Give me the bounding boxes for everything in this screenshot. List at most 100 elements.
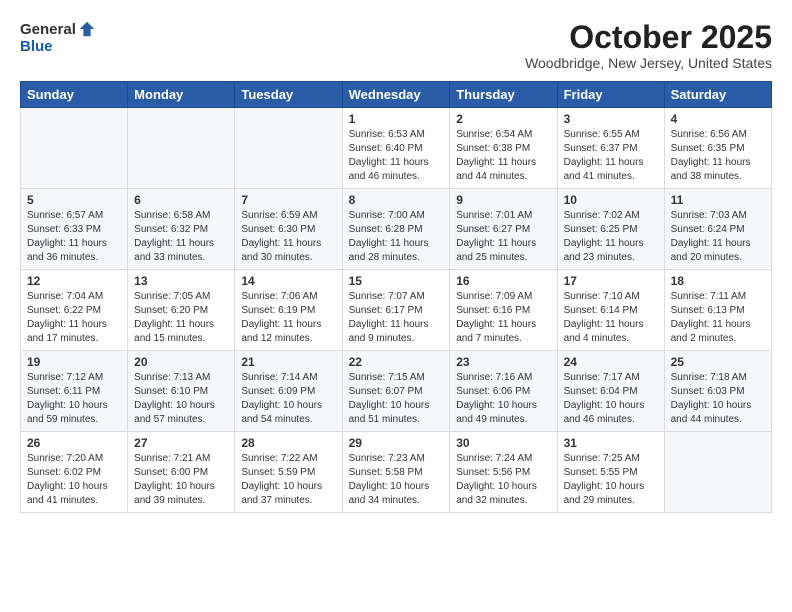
day-info: Sunrise: 6:55 AM Sunset: 6:37 PM Dayligh…: [564, 128, 658, 184]
calendar-cell: 25 Sunrise: 7:18 AM Sunset: 6:03 PM Dayli…: [664, 351, 771, 432]
header: General Blue October 2025 Woodbridge, Ne…: [20, 20, 772, 71]
calendar-cell: 17 Sunrise: 7:10 AM Sunset: 6:14 PM Dayli…: [557, 270, 664, 351]
day-number: 30: [456, 436, 550, 450]
day-info: Sunrise: 7:06 AM Sunset: 6:19 PM Dayligh…: [241, 290, 335, 346]
day-info: Sunrise: 6:53 AM Sunset: 6:40 PM Dayligh…: [349, 128, 444, 184]
calendar-cell: 12 Sunrise: 7:04 AM Sunset: 6:22 PM Dayli…: [21, 270, 128, 351]
calendar-cell: 29 Sunrise: 7:23 AM Sunset: 5:58 PM Dayli…: [342, 432, 450, 513]
day-info: Sunrise: 7:17 AM Sunset: 6:04 PM Dayligh…: [564, 371, 658, 427]
page: General Blue October 2025 Woodbridge, Ne…: [0, 0, 792, 523]
calendar-week-row: 19Sunrise: 7:12 AM Sunset: 6:11 PM Dayli…: [21, 351, 772, 432]
calendar-cell: 28 Sunrise: 7:22 AM Sunset: 5:59 PM Dayli…: [235, 432, 342, 513]
day-number: 23: [456, 355, 550, 369]
logo-blue-text: Blue: [20, 38, 53, 55]
calendar-cell: 30 Sunrise: 7:24 AM Sunset: 5:56 PM Dayli…: [450, 432, 557, 513]
calendar-cell: 1 Sunrise: 6:53 AM Sunset: 6:40 PM Daylig…: [342, 108, 450, 189]
day-info: Sunrise: 7:15 AM Sunset: 6:07 PM Dayligh…: [349, 371, 444, 427]
calendar-cell: 11 Sunrise: 7:03 AM Sunset: 6:24 PM Dayli…: [664, 189, 771, 270]
day-number: 13: [134, 274, 228, 288]
calendar-cell: 14Sunrise: 7:06 AM Sunset: 6:19 PM Dayli…: [235, 270, 342, 351]
calendar-cell: 3Sunrise: 6:55 AM Sunset: 6:37 PM Daylig…: [557, 108, 664, 189]
day-info: Sunrise: 6:57 AM Sunset: 6:33 PM Dayligh…: [27, 209, 121, 265]
calendar-cell: 6Sunrise: 6:58 AM Sunset: 6:32 PM Daylig…: [128, 189, 235, 270]
calendar-cell: 5 Sunrise: 6:57 AM Sunset: 6:33 PM Daylig…: [21, 189, 128, 270]
day-info: Sunrise: 7:23 AM Sunset: 5:58 PM Dayligh…: [349, 452, 444, 508]
calendar-cell: 15 Sunrise: 7:07 AM Sunset: 6:17 PM Dayli…: [342, 270, 450, 351]
calendar-header-sunday: Sunday: [21, 82, 128, 108]
day-number: 22: [349, 355, 444, 369]
day-number: 26: [27, 436, 121, 450]
day-number: 2: [456, 112, 550, 126]
day-number: 31: [564, 436, 658, 450]
day-number: 27: [134, 436, 228, 450]
day-number: 24: [564, 355, 658, 369]
day-number: 29: [349, 436, 444, 450]
calendar-header-friday: Friday: [557, 82, 664, 108]
day-number: 17: [564, 274, 658, 288]
day-info: Sunrise: 6:54 AM Sunset: 6:38 PM Dayligh…: [456, 128, 550, 184]
calendar-cell: [128, 108, 235, 189]
calendar-cell: [664, 432, 771, 513]
calendar-cell: 26 Sunrise: 7:20 AM Sunset: 6:02 PM Dayli…: [21, 432, 128, 513]
calendar-week-row: 12 Sunrise: 7:04 AM Sunset: 6:22 PM Dayli…: [21, 270, 772, 351]
calendar-header-thursday: Thursday: [450, 82, 557, 108]
logo: General Blue: [20, 20, 96, 55]
day-info: Sunrise: 7:11 AM Sunset: 6:13 PM Dayligh…: [671, 290, 765, 346]
calendar-cell: 10Sunrise: 7:02 AM Sunset: 6:25 PM Dayli…: [557, 189, 664, 270]
calendar-cell: 2 Sunrise: 6:54 AM Sunset: 6:38 PM Daylig…: [450, 108, 557, 189]
day-info: Sunrise: 7:20 AM Sunset: 6:02 PM Dayligh…: [27, 452, 121, 508]
calendar-week-row: 5 Sunrise: 6:57 AM Sunset: 6:33 PM Daylig…: [21, 189, 772, 270]
calendar-week-row: 26 Sunrise: 7:20 AM Sunset: 6:02 PM Dayli…: [21, 432, 772, 513]
day-number: 1: [349, 112, 444, 126]
calendar-header-tuesday: Tuesday: [235, 82, 342, 108]
calendar-cell: 19Sunrise: 7:12 AM Sunset: 6:11 PM Dayli…: [21, 351, 128, 432]
calendar-header-wednesday: Wednesday: [342, 82, 450, 108]
day-info: Sunrise: 7:18 AM Sunset: 6:03 PM Dayligh…: [671, 371, 765, 427]
day-number: 16: [456, 274, 550, 288]
calendar-cell: 22 Sunrise: 7:15 AM Sunset: 6:07 PM Dayli…: [342, 351, 450, 432]
calendar-cell: 18 Sunrise: 7:11 AM Sunset: 6:13 PM Dayli…: [664, 270, 771, 351]
day-number: 18: [671, 274, 765, 288]
calendar-cell: 20Sunrise: 7:13 AM Sunset: 6:10 PM Dayli…: [128, 351, 235, 432]
calendar-cell: 23 Sunrise: 7:16 AM Sunset: 6:06 PM Dayli…: [450, 351, 557, 432]
calendar-cell: 9Sunrise: 7:01 AM Sunset: 6:27 PM Daylig…: [450, 189, 557, 270]
day-info: Sunrise: 7:03 AM Sunset: 6:24 PM Dayligh…: [671, 209, 765, 265]
calendar-cell: 8 Sunrise: 7:00 AM Sunset: 6:28 PM Daylig…: [342, 189, 450, 270]
day-info: Sunrise: 7:14 AM Sunset: 6:09 PM Dayligh…: [241, 371, 335, 427]
calendar: SundayMondayTuesdayWednesdayThursdayFrid…: [20, 81, 772, 513]
location: Woodbridge, New Jersey, United States: [525, 55, 772, 71]
calendar-cell: 13 Sunrise: 7:05 AM Sunset: 6:20 PM Dayli…: [128, 270, 235, 351]
day-number: 7: [241, 193, 335, 207]
day-info: Sunrise: 7:09 AM Sunset: 6:16 PM Dayligh…: [456, 290, 550, 346]
calendar-cell: 24 Sunrise: 7:17 AM Sunset: 6:04 PM Dayli…: [557, 351, 664, 432]
day-number: 15: [349, 274, 444, 288]
day-number: 11: [671, 193, 765, 207]
calendar-cell: 16 Sunrise: 7:09 AM Sunset: 6:16 PM Dayli…: [450, 270, 557, 351]
day-info: Sunrise: 7:22 AM Sunset: 5:59 PM Dayligh…: [241, 452, 335, 508]
day-number: 12: [27, 274, 121, 288]
day-info: Sunrise: 7:21 AM Sunset: 6:00 PM Dayligh…: [134, 452, 228, 508]
day-info: Sunrise: 7:04 AM Sunset: 6:22 PM Dayligh…: [27, 290, 121, 346]
title-block: October 2025 Woodbridge, New Jersey, Uni…: [525, 20, 772, 71]
day-info: Sunrise: 7:05 AM Sunset: 6:20 PM Dayligh…: [134, 290, 228, 346]
logo-general-text: General: [20, 21, 76, 38]
day-info: Sunrise: 7:24 AM Sunset: 5:56 PM Dayligh…: [456, 452, 550, 508]
day-info: Sunrise: 6:59 AM Sunset: 6:30 PM Dayligh…: [241, 209, 335, 265]
calendar-cell: 31Sunrise: 7:25 AM Sunset: 5:55 PM Dayli…: [557, 432, 664, 513]
calendar-cell: [21, 108, 128, 189]
day-number: 20: [134, 355, 228, 369]
day-number: 9: [456, 193, 550, 207]
day-info: Sunrise: 7:00 AM Sunset: 6:28 PM Dayligh…: [349, 209, 444, 265]
day-number: 10: [564, 193, 658, 207]
day-number: 5: [27, 193, 121, 207]
calendar-cell: 27 Sunrise: 7:21 AM Sunset: 6:00 PM Dayli…: [128, 432, 235, 513]
day-info: Sunrise: 7:16 AM Sunset: 6:06 PM Dayligh…: [456, 371, 550, 427]
day-number: 8: [349, 193, 444, 207]
calendar-cell: [235, 108, 342, 189]
day-number: 28: [241, 436, 335, 450]
day-number: 25: [671, 355, 765, 369]
day-info: Sunrise: 7:12 AM Sunset: 6:11 PM Dayligh…: [27, 371, 121, 427]
day-number: 21: [241, 355, 335, 369]
day-info: Sunrise: 7:07 AM Sunset: 6:17 PM Dayligh…: [349, 290, 444, 346]
day-info: Sunrise: 7:10 AM Sunset: 6:14 PM Dayligh…: [564, 290, 658, 346]
